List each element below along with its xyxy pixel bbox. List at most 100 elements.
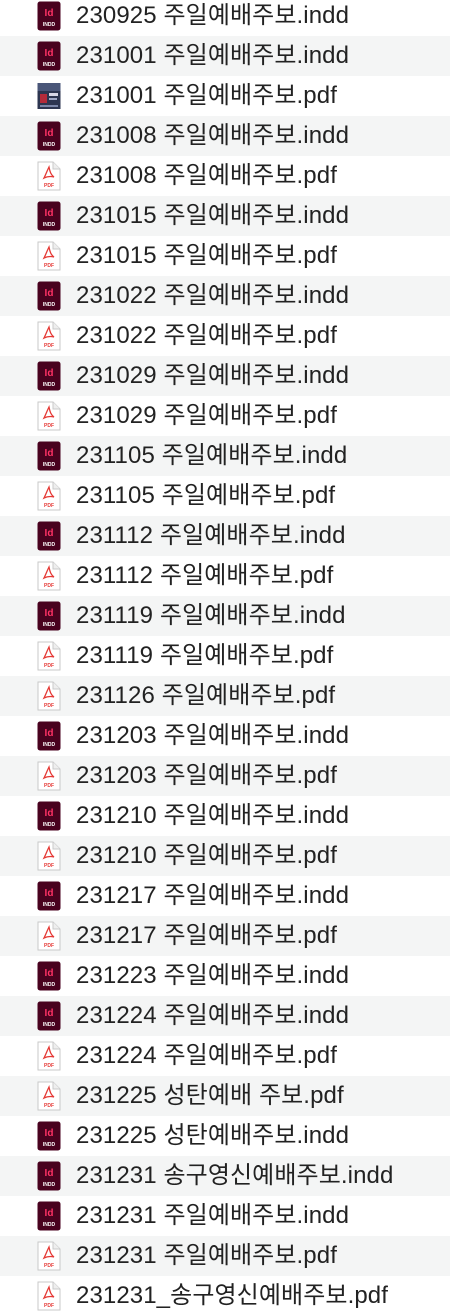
indd-icon: Id INDD — [37, 281, 61, 311]
file-row[interactable]: PDF 231022 주일예배주보.pdf — [0, 316, 450, 356]
svg-text:PDF: PDF — [44, 183, 54, 189]
svg-text:Id: Id — [45, 528, 54, 539]
svg-text:Id: Id — [45, 128, 54, 139]
file-row[interactable]: Id INDD 231105 주일예배주보.indd — [0, 436, 450, 476]
file-row[interactable]: Id INDD 231217 주일예배주보.indd — [0, 876, 450, 916]
file-row[interactable]: Id INDD 231231 주일예배주보.indd — [0, 1196, 450, 1236]
file-name: 231008 주일예배주보.pdf — [76, 162, 337, 189]
file-row[interactable]: PDF 231008 주일예배주보.pdf — [0, 156, 450, 196]
indd-icon: Id INDD — [37, 1201, 61, 1231]
file-name: 231231 주일예배주보.indd — [76, 1202, 350, 1229]
file-name: 231029 주일예배주보.pdf — [76, 402, 337, 429]
pdf-icon: PDF — [37, 1241, 61, 1271]
svg-text:Id: Id — [45, 288, 54, 299]
file-row[interactable]: Id INDD 231119 주일예배주보.indd — [0, 596, 450, 636]
indd-icon: Id INDD — [37, 441, 61, 471]
file-row[interactable]: Id INDD 231015 주일예배주보.indd — [0, 196, 450, 236]
file-name: 231203 주일예배주보.indd — [76, 722, 350, 749]
file-row[interactable]: PDF 231225 성탄예배 주보.pdf — [0, 1076, 450, 1116]
svg-text:PDF: PDF — [44, 783, 54, 789]
svg-text:Id: Id — [45, 448, 54, 459]
file-row[interactable]: PDF 231203 주일예배주보.pdf — [0, 756, 450, 796]
pdf-icon: PDF — [37, 761, 61, 791]
indd-icon: Id INDD — [37, 881, 61, 911]
svg-text:PDF: PDF — [44, 423, 54, 429]
svg-text:INDD: INDD — [43, 22, 56, 28]
svg-text:INDD: INDD — [43, 1182, 56, 1188]
file-row[interactable]: PDF 231217 주일예배주보.pdf — [0, 916, 450, 956]
pdf-icon: PDF — [37, 681, 61, 711]
pdf-icon: PDF — [37, 481, 61, 511]
svg-text:INDD: INDD — [43, 1142, 56, 1148]
file-row[interactable]: PDF 231224 주일예배주보.pdf — [0, 1036, 450, 1076]
file-row[interactable]: PDF 231105 주일예배주보.pdf — [0, 476, 450, 516]
indd-icon: Id INDD — [37, 721, 61, 751]
svg-text:Id: Id — [45, 888, 54, 899]
file-row[interactable]: PDF 231231 주일예배주보.pdf — [0, 1236, 450, 1276]
svg-text:Id: Id — [45, 1128, 54, 1139]
file-row[interactable]: Id INDD 231001 주일예배주보.indd — [0, 36, 450, 76]
file-row[interactable]: PDF 231015 주일예배주보.pdf — [0, 236, 450, 276]
indd-icon: Id INDD — [37, 1, 61, 31]
file-row[interactable]: PDF 231126 주일예배주보.pdf — [0, 676, 450, 716]
file-row[interactable]: Id INDD 231112 주일예배주보.indd — [0, 516, 450, 556]
file-name: 231008 주일예배주보.indd — [76, 122, 350, 149]
svg-text:INDD: INDD — [43, 822, 56, 828]
svg-text:PDF: PDF — [44, 1063, 54, 1069]
svg-text:Id: Id — [45, 1008, 54, 1019]
indd-icon: Id INDD — [37, 201, 61, 231]
pdf-icon: PDF — [37, 841, 61, 871]
pdf-icon: PDF — [37, 321, 61, 351]
file-row[interactable]: Id INDD 231029 주일예배주보.indd — [0, 356, 450, 396]
file-name: 231210 주일예배주보.indd — [76, 802, 350, 829]
file-row[interactable]: Id INDD 231022 주일예배주보.indd — [0, 276, 450, 316]
file-row[interactable]: Id INDD 231203 주일예배주보.indd — [0, 716, 450, 756]
pdf-thumbnail-icon — [37, 81, 61, 111]
file-row[interactable]: Id INDD 230925 주일예배주보.indd — [0, 0, 450, 36]
file-row[interactable]: Id INDD 231210 주일예배주보.indd — [0, 796, 450, 836]
svg-text:Id: Id — [45, 608, 54, 619]
file-name: 231105 주일예배주보.pdf — [76, 482, 336, 509]
indd-icon: Id INDD — [37, 601, 61, 631]
svg-text:Id: Id — [45, 968, 54, 979]
file-row[interactable]: Id INDD 231223 주일예배주보.indd — [0, 956, 450, 996]
svg-text:INDD: INDD — [43, 622, 56, 628]
file-row[interactable]: Id INDD 231225 성탄예배주보.indd — [0, 1116, 450, 1156]
svg-text:Id: Id — [45, 1208, 54, 1219]
svg-text:PDF: PDF — [44, 343, 54, 349]
file-row[interactable]: PDF 231119 주일예배주보.pdf — [0, 636, 450, 676]
file-name: 231231_송구영신예배주보.pdf — [76, 1282, 389, 1309]
file-name: 231001 주일예배주보.indd — [76, 42, 350, 69]
file-row[interactable]: Id INDD 231224 주일예배주보.indd — [0, 996, 450, 1036]
svg-text:PDF: PDF — [44, 1303, 54, 1309]
file-row[interactable]: PDF 231210 주일예배주보.pdf — [0, 836, 450, 876]
pdf-icon: PDF — [37, 641, 61, 671]
svg-text:INDD: INDD — [43, 1022, 56, 1028]
file-name: 231119 주일예배주보.pdf — [76, 642, 334, 669]
file-list: Id INDD 230925 주일예배주보.indd Id INDD 231001 … — [0, 0, 450, 1316]
svg-text:PDF: PDF — [44, 863, 54, 869]
svg-text:INDD: INDD — [43, 382, 56, 388]
svg-text:Id: Id — [45, 368, 54, 379]
svg-text:INDD: INDD — [43, 742, 56, 748]
file-row[interactable]: 231001 주일예배주보.pdf — [0, 76, 450, 116]
file-name: 231015 주일예배주보.indd — [76, 202, 350, 229]
svg-text:INDD: INDD — [43, 302, 56, 308]
file-name: 231231 주일예배주보.pdf — [76, 1242, 337, 1269]
indd-icon: Id INDD — [37, 361, 61, 391]
file-row[interactable]: Id INDD 231008 주일예배주보.indd — [0, 116, 450, 156]
file-row[interactable]: PDF 231231_송구영신예배주보.pdf — [0, 1276, 450, 1316]
file-name: 231112 주일예배주보.indd — [76, 522, 346, 549]
file-name: 231105 주일예배주보.indd — [76, 442, 348, 469]
svg-text:Id: Id — [45, 728, 54, 739]
svg-text:PDF: PDF — [44, 943, 54, 949]
svg-text:Id: Id — [45, 8, 54, 19]
indd-icon: Id INDD — [37, 1001, 61, 1031]
file-row[interactable]: Id INDD 231231 송구영신예배주보.indd — [0, 1156, 450, 1196]
file-name: 231231 송구영신예배주보.indd — [76, 1162, 394, 1189]
file-row[interactable]: PDF 231112 주일예배주보.pdf — [0, 556, 450, 596]
file-row[interactable]: PDF 231029 주일예배주보.pdf — [0, 396, 450, 436]
file-name: 231015 주일예배주보.pdf — [76, 242, 337, 269]
file-name: 231217 주일예배주보.pdf — [76, 922, 337, 949]
file-name: 231001 주일예배주보.pdf — [76, 82, 337, 109]
